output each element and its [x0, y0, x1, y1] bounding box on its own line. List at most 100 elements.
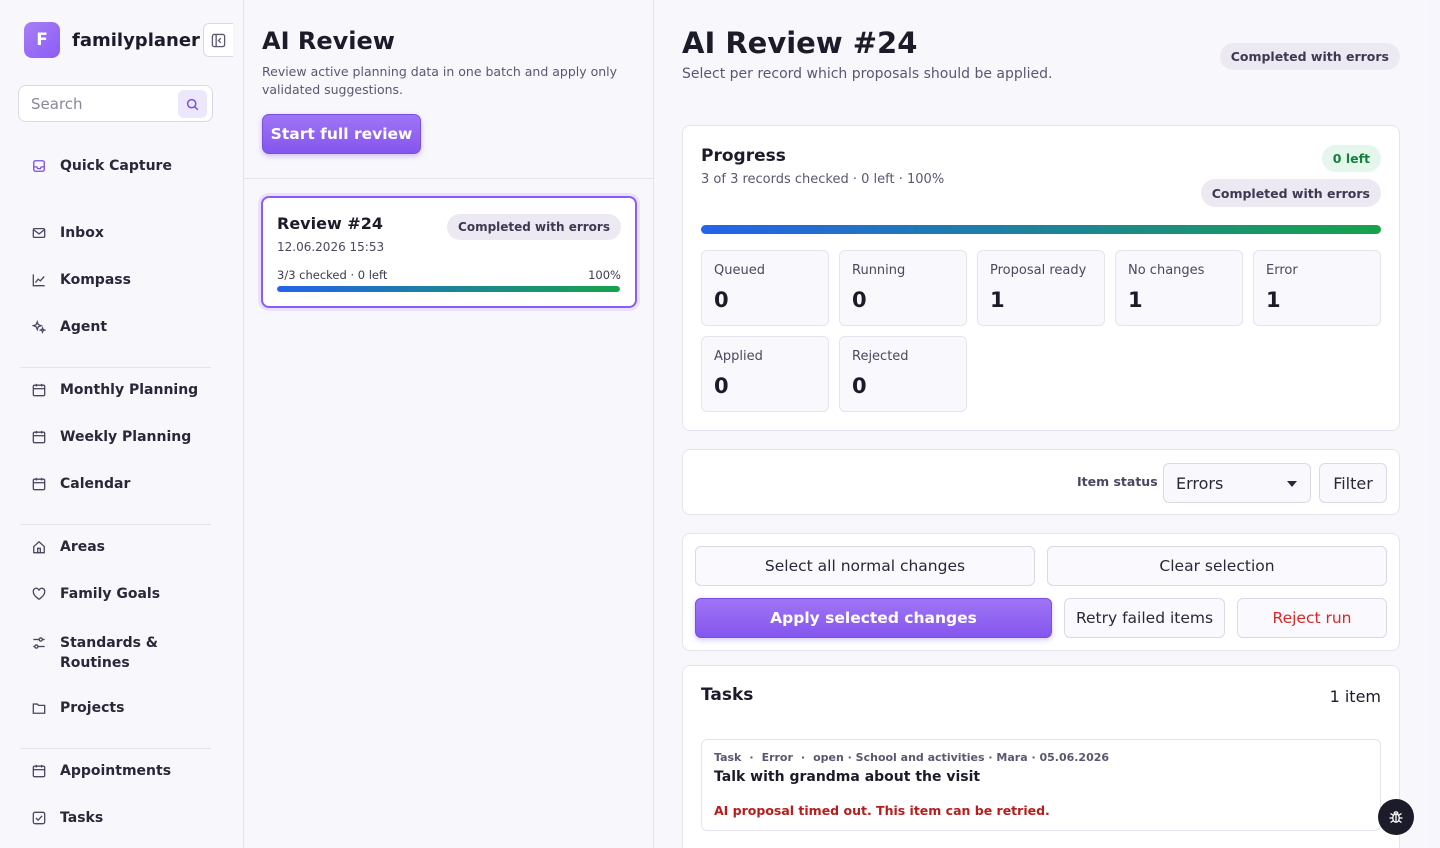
review-title: Review #24 — [277, 214, 383, 233]
stat-value: 0 — [852, 374, 867, 398]
task-meta: Task · Error · open · School and activities … — [714, 751, 1110, 764]
sidebar-item-family-goals[interactable]: Family Goals — [32, 586, 160, 602]
tasks-count: 1 item — [1329, 687, 1381, 706]
progress-fill — [701, 225, 1381, 234]
calendar-icon — [32, 383, 46, 397]
reject-run-button[interactable]: Reject run — [1237, 598, 1387, 638]
start-full-review-button[interactable]: Start full review — [262, 114, 421, 154]
stat-value: 1 — [990, 288, 1005, 312]
sparkles-icon — [32, 320, 46, 334]
review-date: 12.06.2026 15:53 — [277, 240, 385, 254]
progress-summary: 3 of 3 records checked · 0 left · 100% — [701, 172, 945, 187]
sidebar-item-label: Areas — [60, 539, 106, 555]
sidebar-item-agent[interactable]: Agent — [32, 319, 107, 335]
bug-icon — [1389, 811, 1403, 824]
stat-value: 0 — [714, 374, 729, 398]
calendar-icon — [32, 430, 46, 444]
chevron-down-icon — [1287, 481, 1297, 487]
task-error-message: AI proposal timed out. This item can be … — [714, 803, 1050, 818]
sidebar-item-quick-capture[interactable]: Quick Capture — [32, 158, 172, 174]
review-card[interactable]: Review #24 12.06.2026 15:53 Completed wi… — [261, 196, 637, 308]
clear-selection-button[interactable]: Clear selection — [1047, 546, 1387, 586]
progress-card: Progress 3 of 3 records checked · 0 left… — [682, 125, 1400, 431]
brand[interactable]: F familyplaner — [24, 22, 200, 58]
debug-button[interactable] — [1378, 799, 1414, 835]
sidebar-item-inbox[interactable]: Inbox — [32, 225, 104, 241]
stat-label: Running — [852, 263, 906, 278]
stat-label: Proposal ready — [990, 263, 1087, 278]
sidebar-item-label: Tasks — [60, 810, 104, 826]
review-progress-fill — [277, 286, 620, 292]
search-icon — [186, 98, 199, 110]
progress-status-badge: Completed with errors — [1200, 179, 1381, 207]
filter-card: Item status Errors Filter — [682, 449, 1400, 515]
review-detail-panel: AI Review #24 Select per record which pr… — [654, 0, 1428, 848]
sidebar-item-label: Projects — [60, 700, 125, 716]
review-list-panel: AI Review Review active planning data in… — [244, 0, 654, 848]
stat-label: No changes — [1128, 263, 1205, 278]
apply-selected-changes-button[interactable]: Apply selected changes — [695, 598, 1052, 638]
search-input[interactable] — [19, 94, 169, 113]
task-title: Talk with grandma about the visit — [714, 769, 981, 785]
review-checked-count: 3/3 checked · 0 left — [277, 268, 388, 282]
panel-divider — [244, 178, 654, 179]
sidebar-item-standards-routines[interactable]: Standards & Routines — [32, 633, 158, 673]
stat-queued: Queued 0 — [701, 250, 829, 326]
select-all-normal-changes-button[interactable]: Select all normal changes — [695, 546, 1035, 586]
stat-applied: Applied 0 — [701, 336, 829, 412]
mail-icon — [32, 226, 46, 240]
tasks-title: Tasks — [701, 685, 754, 705]
search-button[interactable] — [178, 90, 207, 118]
sidebar-item-label: Calendar — [60, 476, 131, 492]
list-item[interactable]: Task · Error · open · School and activities … — [701, 739, 1381, 831]
sidebar-collapse-icon — [211, 33, 226, 47]
sidebar-item-label: Quick Capture — [60, 158, 172, 174]
stat-value: 0 — [714, 288, 729, 312]
sidebar-item-label-line2: Routines — [60, 655, 130, 671]
app-name: familyplaner — [72, 29, 200, 51]
item-status-select[interactable]: Errors — [1163, 463, 1311, 503]
sidebar-item-appointments[interactable]: Appointments — [32, 763, 171, 779]
search-box — [18, 85, 213, 122]
sidebar-item-label: Appointments — [60, 763, 172, 779]
detail-subtitle: Select per record which proposals should… — [682, 66, 1053, 82]
stat-error: Error 1 — [1253, 250, 1381, 326]
sidebar-item-label: Family Goals — [60, 586, 161, 602]
sidebar-item-label: Agent — [60, 319, 108, 335]
retry-failed-items-button[interactable]: Retry failed items — [1064, 598, 1225, 638]
sidebar-divider — [20, 524, 211, 525]
calendar-icon — [32, 477, 46, 491]
status-badge: Completed with errors — [1219, 43, 1400, 70]
sidebar: F familyplaner Quick Capture Inbox Kompa… — [0, 0, 244, 848]
item-status-label: Item status — [1077, 474, 1158, 489]
sidebar-item-areas[interactable]: Areas — [32, 539, 105, 555]
stat-label: Applied — [714, 349, 763, 364]
heart-icon — [32, 587, 46, 601]
detail-title: AI Review #24 — [682, 26, 918, 60]
sidebar-item-monthly-planning[interactable]: Monthly Planning — [32, 382, 198, 398]
line-chart-icon — [32, 273, 46, 287]
task-details: open · School and activities · Mara · 05… — [813, 751, 1110, 764]
stat-rejected: Rejected 0 — [839, 336, 967, 412]
home-icon — [32, 540, 46, 554]
sidebar-item-projects[interactable]: Projects — [32, 700, 124, 716]
filter-button[interactable]: Filter — [1319, 463, 1387, 503]
sidebar-item-label-line1: Standards & — [60, 635, 158, 651]
stat-running: Running 0 — [839, 250, 967, 326]
folder-icon — [32, 701, 46, 715]
sidebar-item-weekly-planning[interactable]: Weekly Planning — [32, 429, 191, 445]
sidebar-item-label: Inbox — [60, 225, 104, 241]
collapse-sidebar-button[interactable] — [203, 23, 233, 57]
progress-bar — [701, 225, 1381, 234]
sidebar-item-kompass[interactable]: Kompass — [32, 272, 131, 288]
sidebar-item-calendar[interactable]: Calendar — [32, 476, 130, 492]
page-subtitle: Review active planning data in one batch… — [262, 64, 618, 97]
page-title: AI Review — [262, 27, 395, 55]
stat-value: 1 — [1266, 288, 1281, 312]
selected-status: Errors — [1176, 473, 1224, 493]
items-left-badge: 0 left — [1321, 145, 1381, 172]
sidebar-divider — [20, 367, 211, 368]
sidebar-item-tasks[interactable]: Tasks — [32, 810, 103, 826]
review-progress-bar — [277, 286, 620, 292]
stat-label: Rejected — [852, 349, 909, 364]
